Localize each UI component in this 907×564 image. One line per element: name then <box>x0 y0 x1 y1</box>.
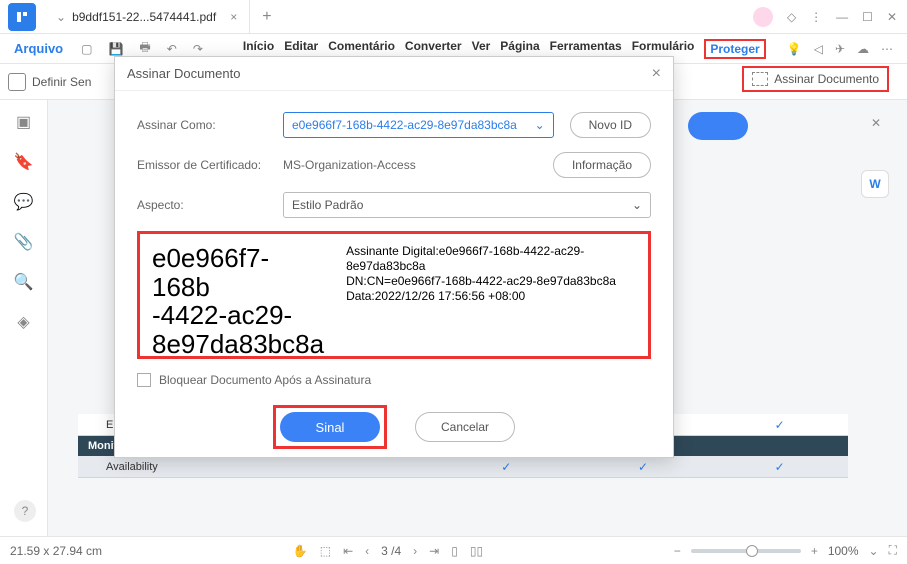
preview-dn: DN:CN=e0e966f7-168b-4422-ac29-8e97da83bc… <box>346 274 636 289</box>
comments-icon[interactable]: 💬 <box>14 192 34 212</box>
two-page-icon[interactable]: ▯▯ <box>470 544 483 558</box>
single-page-icon[interactable]: ▯ <box>451 544 458 558</box>
tab-title: b9ddf151-22...5474441.pdf <box>72 10 216 24</box>
maximize-icon[interactable]: ☐ <box>862 10 873 24</box>
undo-icon[interactable]: ↶ <box>161 42 183 56</box>
preview-cert-id: e0e966f7-168b-4422-ac29-8e97da83bc8a <box>152 244 324 346</box>
lock-checkbox[interactable] <box>137 373 151 387</box>
search-icon[interactable]: 🔍 <box>14 272 34 292</box>
menu-proteger[interactable]: Proteger <box>704 39 765 59</box>
certificate-dropdown[interactable]: e0e966f7-168b-4422-ac29-8e97da83bc8a ⌄ <box>283 112 554 138</box>
minimize-icon[interactable]: ― <box>836 10 848 24</box>
redo-icon[interactable]: ↷ <box>187 42 209 56</box>
zoom-slider[interactable] <box>691 549 801 553</box>
certificate-value: e0e966f7-168b-4422-ac29-8e97da83bc8a <box>292 118 517 132</box>
save-icon[interactable]: 💾 <box>102 42 129 56</box>
lock-icon <box>8 73 26 91</box>
zoom-dropdown-icon[interactable]: ⌄ <box>869 544 879 558</box>
sign-document-toolbar-button[interactable]: Assinar Documento <box>742 66 889 92</box>
sign-button[interactable]: Sinal <box>280 412 380 442</box>
first-page-icon[interactable]: ⇤ <box>343 544 353 558</box>
attachments-icon[interactable]: 📎 <box>14 232 34 252</box>
define-password-button[interactable]: Definir Sen <box>8 73 91 91</box>
preview-date: Data:2022/12/26 17:56:56 +08:00 <box>346 289 636 304</box>
share-icon[interactable]: ◁ <box>814 42 823 56</box>
chevron-down-icon: ⌄ <box>632 198 642 212</box>
prev-page-icon[interactable]: ‹ <box>365 544 369 558</box>
preview-signer: Assinante Digital:e0e966f7-168b-4422-ac2… <box>346 244 636 274</box>
app-logo-icon <box>8 3 36 31</box>
chevron-down-icon: ⌄ <box>56 10 66 24</box>
thumbnails-icon[interactable]: ▣ <box>16 112 31 132</box>
sign-button-highlight: Sinal <box>273 405 387 449</box>
more-icon[interactable]: ⋯ <box>881 42 893 56</box>
next-page-icon[interactable]: › <box>413 544 417 558</box>
panel-close-icon[interactable]: ✕ <box>871 116 881 130</box>
menu-arquivo[interactable]: Arquivo <box>6 41 71 56</box>
bulb-icon[interactable]: 💡 <box>787 42 802 56</box>
define-password-label: Definir Sen <box>32 75 91 89</box>
aspect-label: Aspecto: <box>137 198 267 212</box>
lock-label: Bloquear Documento Após a Assinatura <box>159 373 371 387</box>
send-icon[interactable]: ✈ <box>835 42 845 56</box>
blue-pill <box>688 112 748 140</box>
open-icon[interactable]: ▢ <box>75 42 98 56</box>
tab-close-icon[interactable]: × <box>230 10 237 24</box>
sign-as-label: Assinar Como: <box>137 118 267 132</box>
word-export-icon[interactable]: W <box>861 170 889 198</box>
page-indicator[interactable]: 3 /4 <box>381 544 401 558</box>
page-dimensions: 21.59 x 27.94 cm <box>10 544 102 558</box>
aspect-dropdown[interactable]: Estilo Padrão ⌄ <box>283 192 651 218</box>
close-icon[interactable]: ✕ <box>887 10 897 24</box>
cloud-icon[interactable]: ☁ <box>857 42 869 56</box>
issuer-label: Emissor de Certificado: <box>137 158 267 172</box>
issuer-value: MS-Organization-Access <box>283 158 537 172</box>
chevron-down-icon: ⌄ <box>535 118 545 132</box>
zoom-out-icon[interactable]: − <box>674 544 681 558</box>
sign-icon <box>752 72 768 86</box>
cancel-button[interactable]: Cancelar <box>415 412 515 442</box>
document-tab[interactable]: ⌄ b9ddf151-22...5474441.pdf × <box>44 0 250 33</box>
new-tab-button[interactable]: + <box>250 8 283 26</box>
fullscreen-icon[interactable]: ⛶ <box>889 543 897 558</box>
info-button[interactable]: Informação <box>553 152 651 178</box>
last-page-icon[interactable]: ⇥ <box>429 544 439 558</box>
hand-tool-icon[interactable]: ✋ <box>293 544 308 558</box>
dialog-title: Assinar Documento <box>127 66 240 81</box>
layers-icon[interactable]: ◈ <box>17 312 29 332</box>
zoom-in-icon[interactable]: + <box>811 544 818 558</box>
aspect-value: Estilo Padrão <box>292 198 363 212</box>
avatar-icon[interactable] <box>753 7 773 27</box>
sign-document-dialog: Assinar Documento × Assinar Como: e0e966… <box>114 56 674 458</box>
kebab-menu-icon[interactable]: ⋮ <box>810 10 822 24</box>
preview-details: Assinante Digital:e0e966f7-168b-4422-ac2… <box>346 244 636 346</box>
new-id-button[interactable]: Novo ID <box>570 112 651 138</box>
bookmarks-icon[interactable]: 🔖 <box>14 152 34 172</box>
sign-document-label: Assinar Documento <box>774 72 879 86</box>
dialog-close-icon[interactable]: × <box>652 65 661 83</box>
zoom-value: 100% <box>828 544 859 558</box>
signature-preview: e0e966f7-168b-4422-ac29-8e97da83bc8a Ass… <box>137 231 651 359</box>
select-tool-icon[interactable]: ⬚ <box>320 544 331 558</box>
help-icon[interactable]: ? <box>14 500 36 522</box>
notification-icon[interactable]: ◇ <box>787 10 796 24</box>
